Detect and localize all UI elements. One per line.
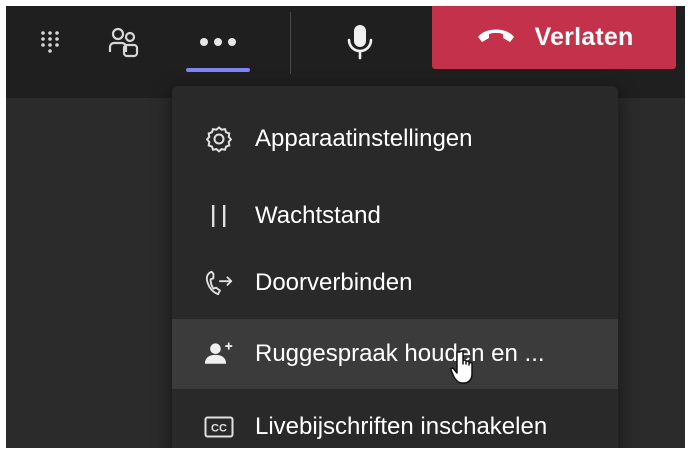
menu-item-label: Livebijschriften inschakelen [255, 413, 548, 440]
more-options-menu: Apparaatinstellingen Wachtstand Doorverb… [172, 86, 618, 448]
transfer-call-icon [204, 268, 234, 298]
menu-item-consult[interactable]: Ruggespraak houden en ... [172, 319, 618, 389]
svg-text:CC: CC [211, 423, 227, 435]
participants-button[interactable] [98, 6, 150, 78]
closed-captions-icon: CC [204, 412, 234, 442]
menu-item-label: Doorverbinden [255, 269, 413, 296]
hand-pointer-cursor-icon [448, 350, 478, 386]
leave-button[interactable]: Verlaten [432, 6, 676, 69]
active-indicator [186, 68, 250, 72]
leave-button-label: Verlaten [534, 23, 634, 51]
menu-item-label: Wachtstand [255, 202, 381, 229]
meeting-window: Verlaten Apparaatinstellingen Wachtstand… [6, 6, 685, 448]
microphone-button[interactable] [336, 6, 384, 78]
consult-person-add-icon [204, 339, 234, 369]
menu-item-transfer[interactable]: Doorverbinden [172, 248, 618, 318]
microphone-icon [346, 23, 374, 61]
menu-item-live-captions[interactable]: CC Livebijschriften inschakelen [172, 392, 618, 448]
menu-item-hold[interactable]: Wachtstand [172, 181, 618, 251]
hang-up-phone-icon [475, 25, 517, 50]
menu-item-label: Ruggespraak houden en ... [255, 340, 545, 367]
pause-icon [204, 201, 234, 231]
gear-icon [204, 124, 234, 154]
dialpad-button[interactable] [28, 6, 72, 78]
more-options-icon [198, 37, 238, 47]
menu-item-label: Apparaatinstellingen [255, 125, 473, 152]
meeting-toolbar: Verlaten [6, 6, 685, 98]
people-icon [107, 26, 141, 58]
menu-item-device-settings[interactable]: Apparaatinstellingen [172, 104, 618, 174]
dialpad-icon [39, 29, 61, 55]
toolbar-divider [290, 12, 291, 74]
